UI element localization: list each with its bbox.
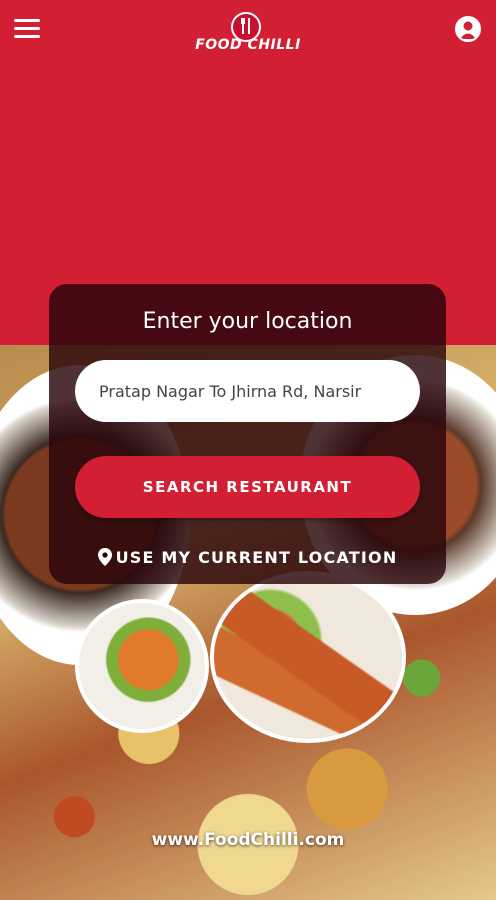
logo-text: FOOD CHILLI (195, 37, 301, 53)
location-input[interactable] (75, 360, 420, 422)
location-pin-icon (97, 548, 112, 566)
website-url: www.FoodChilli.com (151, 830, 345, 850)
use-current-location-link[interactable]: USE MY CURRENT LOCATION (49, 548, 446, 567)
tandoori-fish-plate-image (210, 571, 406, 743)
use-current-location-label: USE MY CURRENT LOCATION (115, 548, 398, 567)
app-logo: FOOD CHILLI (190, 12, 306, 56)
hamburger-menu-icon[interactable] (14, 19, 40, 39)
user-profile-icon[interactable] (455, 16, 481, 42)
location-card-title: Enter your location (142, 309, 353, 334)
search-restaurant-button[interactable]: SEARCH RESTAURANT (75, 456, 420, 518)
app-header: FOOD CHILLI (0, 0, 496, 60)
location-card: Enter your location SEARCH RESTAURANT US… (49, 284, 446, 584)
grilled-dish-plate-image (75, 599, 209, 733)
